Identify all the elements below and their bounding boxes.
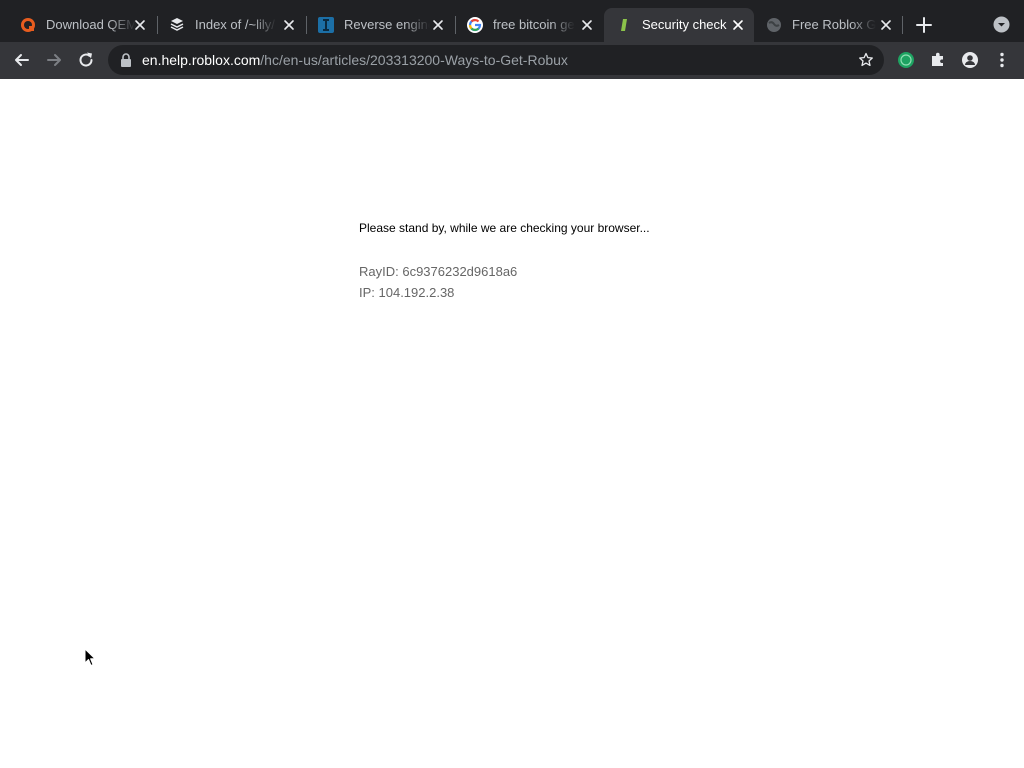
tab-title: Free Roblox Generator <box>792 17 876 32</box>
browser-window: Download QEMU Index of /~lily/ <box>0 0 1024 768</box>
tab-title: Reverse engineering <box>344 17 430 32</box>
tab-free-bitcoin-generator[interactable]: free bitcoin generator <box>455 8 603 42</box>
close-icon[interactable] <box>730 17 746 33</box>
tab-search-icon[interactable] <box>993 16 1010 33</box>
more-icon[interactable] <box>992 50 1012 70</box>
tab-title: Security check <box>642 17 727 32</box>
tab-index-of-lily[interactable]: Index of /~lily/ <box>157 8 305 42</box>
toolbar: en.help.roblox.com/hc/en-us/articles/203… <box>0 42 1024 79</box>
tab-title: Index of /~lily/ <box>195 17 275 32</box>
tab-title: free bitcoin generator <box>493 17 575 32</box>
url-host: en.help.roblox.com <box>142 52 261 68</box>
tab-free-roblox-generator[interactable]: Free Roblox Generator <box>754 8 902 42</box>
forward-icon[interactable] <box>44 50 64 70</box>
ip-address: IP: 104.192.2.38 <box>359 285 455 300</box>
puzzle-icon[interactable] <box>928 50 948 70</box>
google-icon <box>467 17 483 33</box>
close-icon[interactable] <box>430 17 446 33</box>
close-icon[interactable] <box>878 17 894 33</box>
leaf-icon <box>621 19 627 31</box>
profile-icon[interactable] <box>960 50 980 70</box>
ray-id: RayID: 6c9376232d9618a6 <box>359 264 518 279</box>
extension-badge-icon[interactable] <box>896 50 916 70</box>
tab-download-qemu[interactable]: Download QEMU <box>8 8 156 42</box>
close-icon[interactable] <box>281 17 297 33</box>
address-bar[interactable]: en.help.roblox.com/hc/en-us/articles/203… <box>108 45 884 75</box>
lock-icon[interactable] <box>120 53 132 67</box>
qemu-icon <box>21 18 35 32</box>
close-icon[interactable] <box>132 17 148 33</box>
directory-icon <box>170 18 184 31</box>
tab-security-check[interactable]: Security check <box>604 8 754 42</box>
tab-reverse-engineering[interactable]: Reverse engineering <box>306 8 454 42</box>
new-tab-icon[interactable] <box>914 15 934 35</box>
tab-title: Download QEMU <box>46 17 136 32</box>
tab-separator <box>902 16 903 34</box>
globe-icon <box>767 18 781 32</box>
tab-strip: Download QEMU Index of /~lily/ <box>0 0 1024 42</box>
reload-icon[interactable] <box>76 50 96 70</box>
url-path: /hc/en-us/articles/203313200-Ways-to-Get… <box>260 52 568 68</box>
i-letter-icon <box>318 17 334 33</box>
back-icon[interactable] <box>12 50 32 70</box>
page-content: Please stand by, while we are checking y… <box>0 79 1024 768</box>
close-icon[interactable] <box>579 17 595 33</box>
url-text[interactable]: en.help.roblox.com/hc/en-us/articles/203… <box>142 45 568 75</box>
standby-message: Please stand by, while we are checking y… <box>359 221 650 235</box>
mouse-cursor-icon <box>84 648 96 666</box>
star-icon[interactable] <box>858 52 874 68</box>
